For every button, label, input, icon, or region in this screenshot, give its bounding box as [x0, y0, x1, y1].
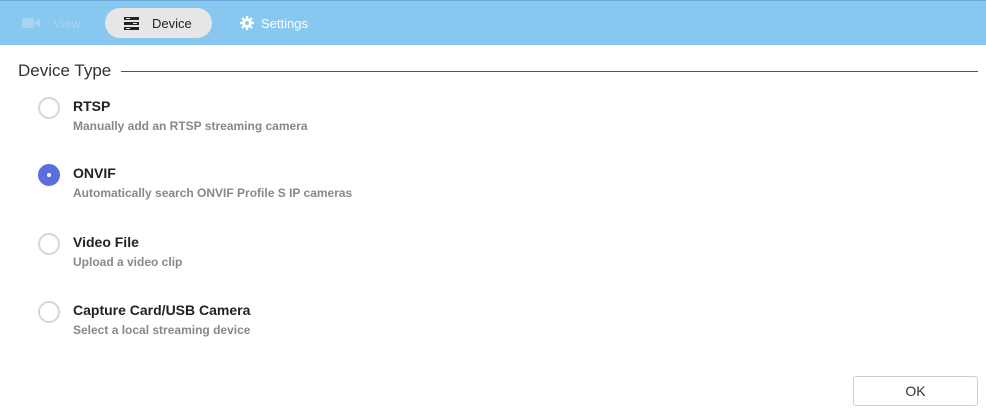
option-capture-card[interactable]: Capture Card/USB Camera Select a local s…	[38, 301, 638, 345]
list-icon	[124, 16, 139, 30]
radio-video-file[interactable]	[38, 233, 60, 255]
tab-device[interactable]: Device	[105, 8, 212, 38]
radio-capture-card[interactable]	[38, 301, 60, 323]
device-type-fieldset: Device Type	[18, 61, 978, 81]
option-rtsp[interactable]: RTSP Manually add an RTSP streaming came…	[38, 97, 638, 141]
top-navigation-bar: View Device Settings	[0, 0, 986, 45]
tab-view-label: View	[53, 15, 81, 31]
section-title: Device Type	[18, 61, 112, 80]
option-description: Manually add an RTSP streaming camera	[73, 119, 308, 133]
option-description: Automatically search ONVIF Profile S IP …	[73, 186, 353, 200]
video-camera-icon	[22, 17, 40, 29]
option-label: RTSP	[73, 98, 111, 114]
option-description: Select a local streaming device	[73, 323, 251, 337]
tab-settings-label: Settings	[261, 15, 308, 31]
option-label: ONVIF	[73, 165, 116, 181]
ok-button[interactable]: OK	[853, 376, 978, 406]
tab-view[interactable]: View	[22, 8, 81, 38]
divider	[121, 70, 978, 72]
gear-icon	[240, 16, 254, 30]
option-label: Video File	[73, 234, 139, 250]
tab-device-label: Device	[152, 15, 192, 31]
option-onvif[interactable]: ONVIF Automatically search ONVIF Profile…	[38, 164, 638, 208]
tab-settings[interactable]: Settings	[240, 8, 308, 38]
option-video-file[interactable]: Video File Upload a video clip	[38, 233, 638, 277]
option-description: Upload a video clip	[73, 255, 183, 269]
radio-rtsp[interactable]	[38, 97, 60, 119]
option-label: Capture Card/USB Camera	[73, 302, 251, 318]
radio-onvif[interactable]	[38, 164, 60, 186]
